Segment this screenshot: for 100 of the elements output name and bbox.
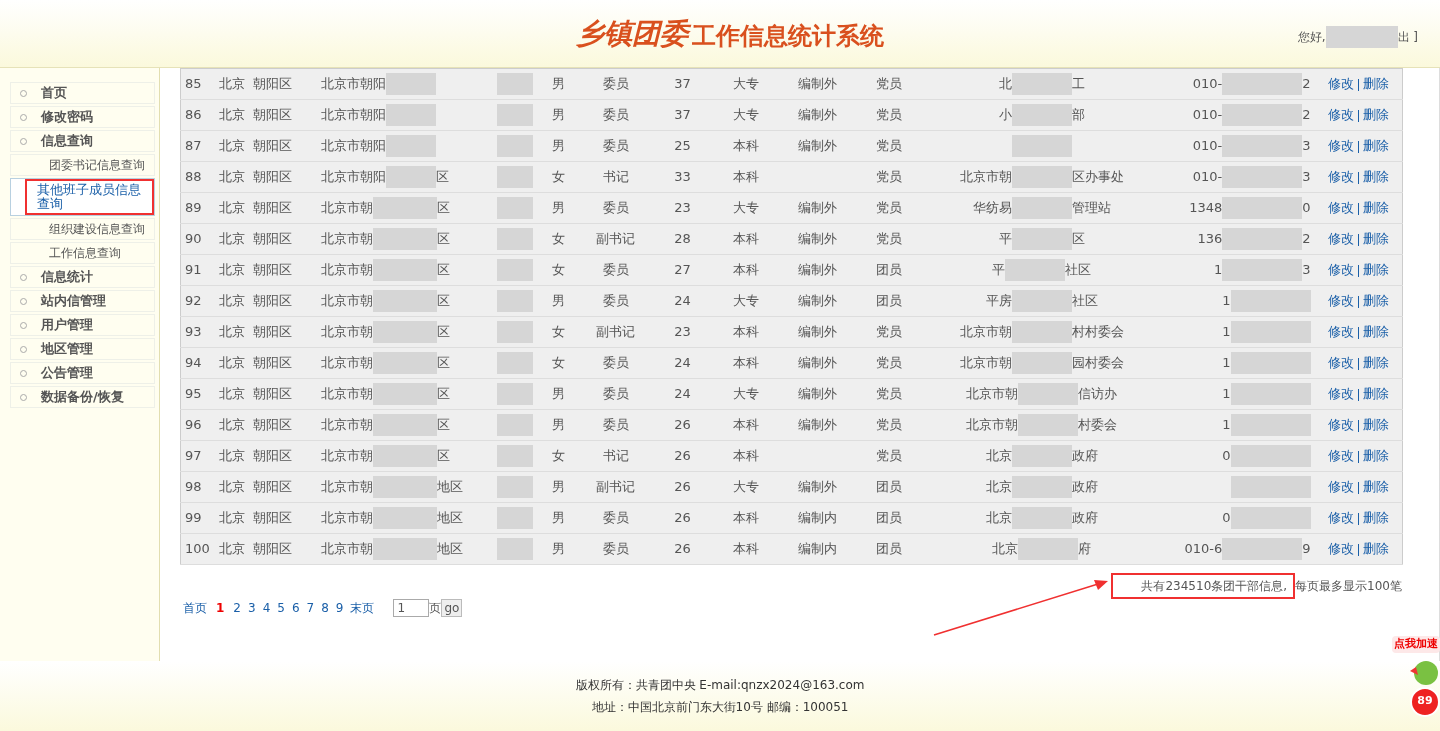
table-cell: 区 — [436, 230, 450, 246]
table-cell: 村村委会 — [1071, 323, 1124, 339]
page-input[interactable]: 1 — [393, 599, 430, 617]
edit-link[interactable]: 修改 — [1327, 386, 1354, 402]
table-cell: 区 — [436, 447, 450, 463]
edit-link[interactable]: 修改 — [1327, 200, 1354, 216]
table-cell: 24 — [674, 293, 691, 309]
privacy-blur — [372, 352, 437, 374]
privacy-blur — [385, 135, 436, 157]
page-link[interactable]: 2 — [233, 599, 241, 617]
table-cell: 136 — [1197, 230, 1223, 246]
edit-link[interactable]: 修改 — [1327, 107, 1354, 123]
table-cell: 23 — [674, 324, 691, 340]
table-cell: 010- — [1192, 168, 1223, 184]
delete-link[interactable]: 删除 — [1362, 231, 1389, 247]
table-cell: 3 — [1302, 261, 1311, 277]
delete-link[interactable]: 删除 — [1362, 541, 1389, 557]
edit-link[interactable]: 修改 — [1327, 293, 1354, 309]
page-link[interactable]: 9 — [335, 599, 344, 617]
delete-link[interactable]: 删除 — [1362, 355, 1389, 371]
delete-link[interactable]: 删除 — [1362, 479, 1389, 495]
table-cell: 北京 — [218, 169, 245, 185]
table-cell: 区 — [436, 261, 450, 277]
edit-link[interactable]: 修改 — [1327, 355, 1354, 371]
page-link[interactable]: 3 — [248, 599, 256, 617]
delete-link[interactable]: 删除 — [1362, 107, 1389, 123]
go-button[interactable]: go — [441, 599, 463, 617]
edit-link[interactable]: 修改 — [1327, 510, 1354, 526]
edit-link[interactable]: 修改 — [1327, 541, 1354, 557]
page-link[interactable]: 5 — [277, 599, 285, 617]
table-cell: 北京市朝 — [320, 540, 373, 556]
table-cell: 北京 — [985, 478, 1012, 494]
table-cell: 华纺易 — [972, 199, 1012, 215]
privacy-blur — [1011, 445, 1072, 467]
table-cell: 北京市朝 — [966, 416, 1018, 432]
table-cell: 编制外 — [798, 324, 837, 340]
table-cell: 北京 — [218, 107, 245, 123]
delete-link[interactable]: 删除 — [1362, 76, 1389, 92]
table-cell: 委员 — [602, 417, 629, 433]
page-link[interactable]: 1 — [214, 599, 227, 617]
sidebar-item[interactable]: 首页 — [41, 83, 67, 103]
table-cell: 37 — [674, 76, 691, 92]
table-cell: 朝阳区 — [252, 107, 292, 123]
table-cell: 编制外 — [798, 76, 837, 92]
table-cell: 社区 — [1071, 292, 1098, 308]
edit-link[interactable]: 修改 — [1327, 324, 1354, 340]
edit-link[interactable]: 修改 — [1327, 231, 1354, 247]
table-cell: 编制外 — [798, 355, 837, 371]
table-cell: 1348 — [1189, 199, 1223, 215]
last-page-link[interactable]: 末页 — [350, 599, 375, 617]
table-cell: 委员 — [602, 293, 629, 309]
table-cell: 北京市朝 — [966, 385, 1018, 401]
table-cell: 本科 — [732, 138, 759, 154]
page-link[interactable]: 4 — [262, 599, 271, 617]
row-number: 94 — [185, 355, 202, 371]
page-link[interactable]: 7 — [306, 599, 315, 617]
edit-link[interactable]: 修改 — [1327, 262, 1354, 278]
table-cell: 委员 — [602, 107, 629, 123]
delete-link[interactable]: 删除 — [1362, 386, 1389, 402]
edit-link[interactable]: 修改 — [1327, 417, 1354, 433]
edit-link[interactable]: 修改 — [1327, 76, 1354, 92]
table-cell: 北京 — [218, 479, 245, 495]
page-link[interactable]: 8 — [321, 599, 329, 617]
greeting-text: 您好, — [1297, 29, 1326, 46]
table-cell: 平房 — [985, 292, 1012, 308]
table-cell: 区 — [436, 199, 450, 215]
privacy-blur — [1018, 538, 1078, 560]
table-cell: 委员 — [602, 76, 629, 92]
delete-link[interactable]: 删除 — [1362, 293, 1389, 309]
privacy-blur — [496, 352, 533, 374]
edit-link[interactable]: 修改 — [1327, 448, 1354, 464]
edit-link[interactable]: 修改 — [1327, 479, 1354, 495]
page-link[interactable]: 6 — [291, 599, 300, 617]
edit-link[interactable]: 修改 — [1327, 138, 1354, 154]
edit-link[interactable]: 修改 — [1327, 169, 1354, 185]
table-cell: 大专 — [732, 200, 759, 216]
delete-link[interactable]: 删除 — [1362, 200, 1389, 216]
table-cell: 北京市朝 — [320, 230, 373, 246]
delete-link[interactable]: 删除 — [1362, 324, 1389, 340]
delete-link[interactable]: 删除 — [1362, 448, 1389, 464]
table-cell: 1 — [1222, 385, 1231, 401]
first-page-link[interactable]: 首页 — [183, 599, 207, 617]
table-cell: 北京 — [218, 262, 245, 278]
delete-link[interactable]: 删除 — [1362, 262, 1389, 278]
table-cell: 男 — [552, 200, 565, 216]
privacy-blur — [1011, 290, 1072, 312]
sidebar-subitem[interactable]: 其他班子成员信息查询 — [25, 179, 154, 215]
privacy-blur — [1018, 414, 1078, 436]
table-cell: 编制外 — [798, 200, 837, 216]
delete-link[interactable]: 删除 — [1362, 169, 1389, 185]
logout-link[interactable]: 出 ] — [1397, 28, 1418, 46]
delete-link[interactable]: 删除 — [1362, 138, 1389, 154]
table-cell: 地区 — [436, 540, 463, 556]
table-cell: 区 — [436, 323, 450, 339]
delete-link[interactable]: 删除 — [1362, 417, 1389, 433]
table-cell: 女 — [552, 324, 565, 340]
delete-link[interactable]: 删除 — [1362, 510, 1389, 526]
table-cell: 村委会 — [1078, 416, 1117, 432]
table-cell: 33 — [674, 169, 691, 185]
speed-badge[interactable]: 点我加速 — [1392, 636, 1440, 653]
